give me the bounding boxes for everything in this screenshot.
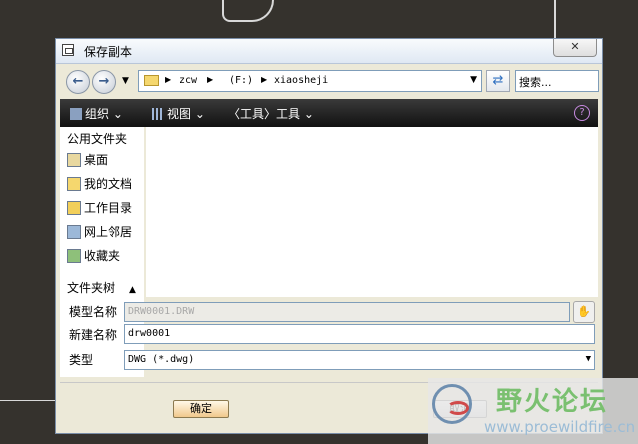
refresh-icon: ⇄: [492, 73, 504, 88]
sidebar-item-label: 工作目录: [84, 201, 133, 215]
background-line: [0, 400, 56, 401]
breadcrumb-segment[interactable]: (F:): [229, 75, 253, 86]
help-icon[interactable]: ?: [574, 105, 590, 121]
address-bar[interactable]: ▶ zcw ▶ (F:) ▶ xiaosheji ▼: [138, 70, 482, 92]
address-dropdown-icon[interactable]: ▼: [470, 75, 477, 85]
documents-icon: [67, 177, 81, 191]
chevron-down-icon: ⌄: [194, 107, 205, 121]
window-icon: [62, 44, 74, 56]
views-menu[interactable]: 视图 ⌄: [152, 105, 205, 122]
forum-watermark: 野火论坛 www.proewildfire.cn: [428, 378, 638, 444]
sidebar-item-desktop[interactable]: 桌面: [67, 151, 108, 171]
new-name-label: 新建名称: [69, 328, 118, 342]
desktop-icon: [67, 153, 81, 167]
file-list[interactable]: [146, 127, 598, 297]
breadcrumb-segment[interactable]: zcw: [179, 75, 197, 86]
ok-button[interactable]: 确定: [173, 400, 229, 418]
forward-button[interactable]: →: [92, 70, 116, 94]
folder-tree-label: 文件夹树: [67, 281, 116, 295]
dialog-title: 保存副本: [84, 45, 133, 59]
sidebar-item-favorites[interactable]: 收藏夹: [67, 247, 120, 267]
chevron-down-icon: ⌄: [303, 107, 314, 121]
sidebar-item-label: 收藏夹: [84, 249, 121, 263]
new-name-input[interactable]: drw0001: [124, 324, 595, 344]
folder-icon: [144, 75, 159, 86]
sidebar-item-network[interactable]: 网上邻居: [67, 223, 132, 243]
organize-label: 组织: [85, 107, 110, 121]
title-bar: 保存副本 ✕: [56, 39, 602, 64]
views-icon: [152, 108, 164, 120]
tools-label: 〈工具〉工具: [228, 107, 301, 121]
sidebar-item-label: 桌面: [84, 153, 109, 167]
back-button[interactable]: ←: [66, 70, 90, 94]
watermark-url: www.proewildfire.cn: [484, 418, 636, 436]
watermark-title: 野火论坛: [496, 387, 609, 417]
folder-tree-toggle[interactable]: 文件夹树 ▲: [67, 279, 136, 296]
chevron-up-icon: ▲: [129, 285, 136, 295]
sidebar-item-work-dir[interactable]: 工作目录: [67, 199, 132, 219]
sidebar-item-label: 我的文档: [84, 177, 133, 191]
favorites-icon: [67, 249, 81, 263]
work-dir-icon: [67, 201, 81, 215]
views-label: 视图: [167, 107, 192, 121]
chevron-down-icon: ▼: [585, 354, 591, 364]
model-name-field: DRW0001.DRW: [124, 302, 570, 322]
background-drawing-shape: [222, 0, 274, 22]
forward-arrow-icon: →: [98, 74, 110, 89]
organize-menu[interactable]: 组织 ⌄: [70, 105, 123, 122]
navigation-bar: ← → ▼ ▶ zcw ▶ (F:) ▶ xiaosheji ▼ ⇄ 搜索...: [60, 67, 599, 97]
common-folders-heading: 公用文件夹: [67, 132, 128, 146]
model-name-label: 模型名称: [69, 305, 118, 319]
refresh-button[interactable]: ⇄: [486, 70, 510, 92]
back-arrow-icon: ←: [72, 74, 84, 89]
chevron-right-icon[interactable]: ▶: [261, 75, 267, 84]
type-label: 类型: [69, 353, 94, 367]
search-input[interactable]: 搜索...: [515, 70, 599, 92]
history-dropdown-icon[interactable]: ▼: [122, 76, 129, 86]
network-icon: [67, 225, 81, 239]
command-toolbar: 组织 ⌄ 视图 ⌄ 〈工具〉工具 ⌄ ?: [60, 99, 598, 127]
sidebar-item-documents[interactable]: 我的文档: [67, 175, 132, 195]
sidebar-item-label: 网上邻居: [84, 225, 133, 239]
breadcrumb-segment[interactable]: xiaosheji: [274, 75, 328, 86]
chevron-down-icon: ⌄: [112, 107, 123, 121]
pin-icon: ✋: [577, 305, 591, 318]
organize-icon: [70, 108, 82, 120]
close-button[interactable]: ✕: [553, 39, 597, 57]
pin-button[interactable]: ✋: [573, 301, 595, 323]
chevron-right-icon[interactable]: ▶: [165, 75, 171, 84]
tools-menu[interactable]: 〈工具〉工具 ⌄: [228, 105, 314, 122]
type-value: DWG (*.dwg): [128, 354, 195, 365]
forum-logo-icon: [432, 384, 472, 424]
chevron-right-icon[interactable]: ▶: [207, 75, 213, 84]
type-select[interactable]: DWG (*.dwg) ▼: [124, 350, 595, 370]
save-copy-dialog: 保存副本 ✕ ← → ▼ ▶ zcw ▶ (F:) ▶ xiaosheji ▼ …: [55, 38, 603, 434]
